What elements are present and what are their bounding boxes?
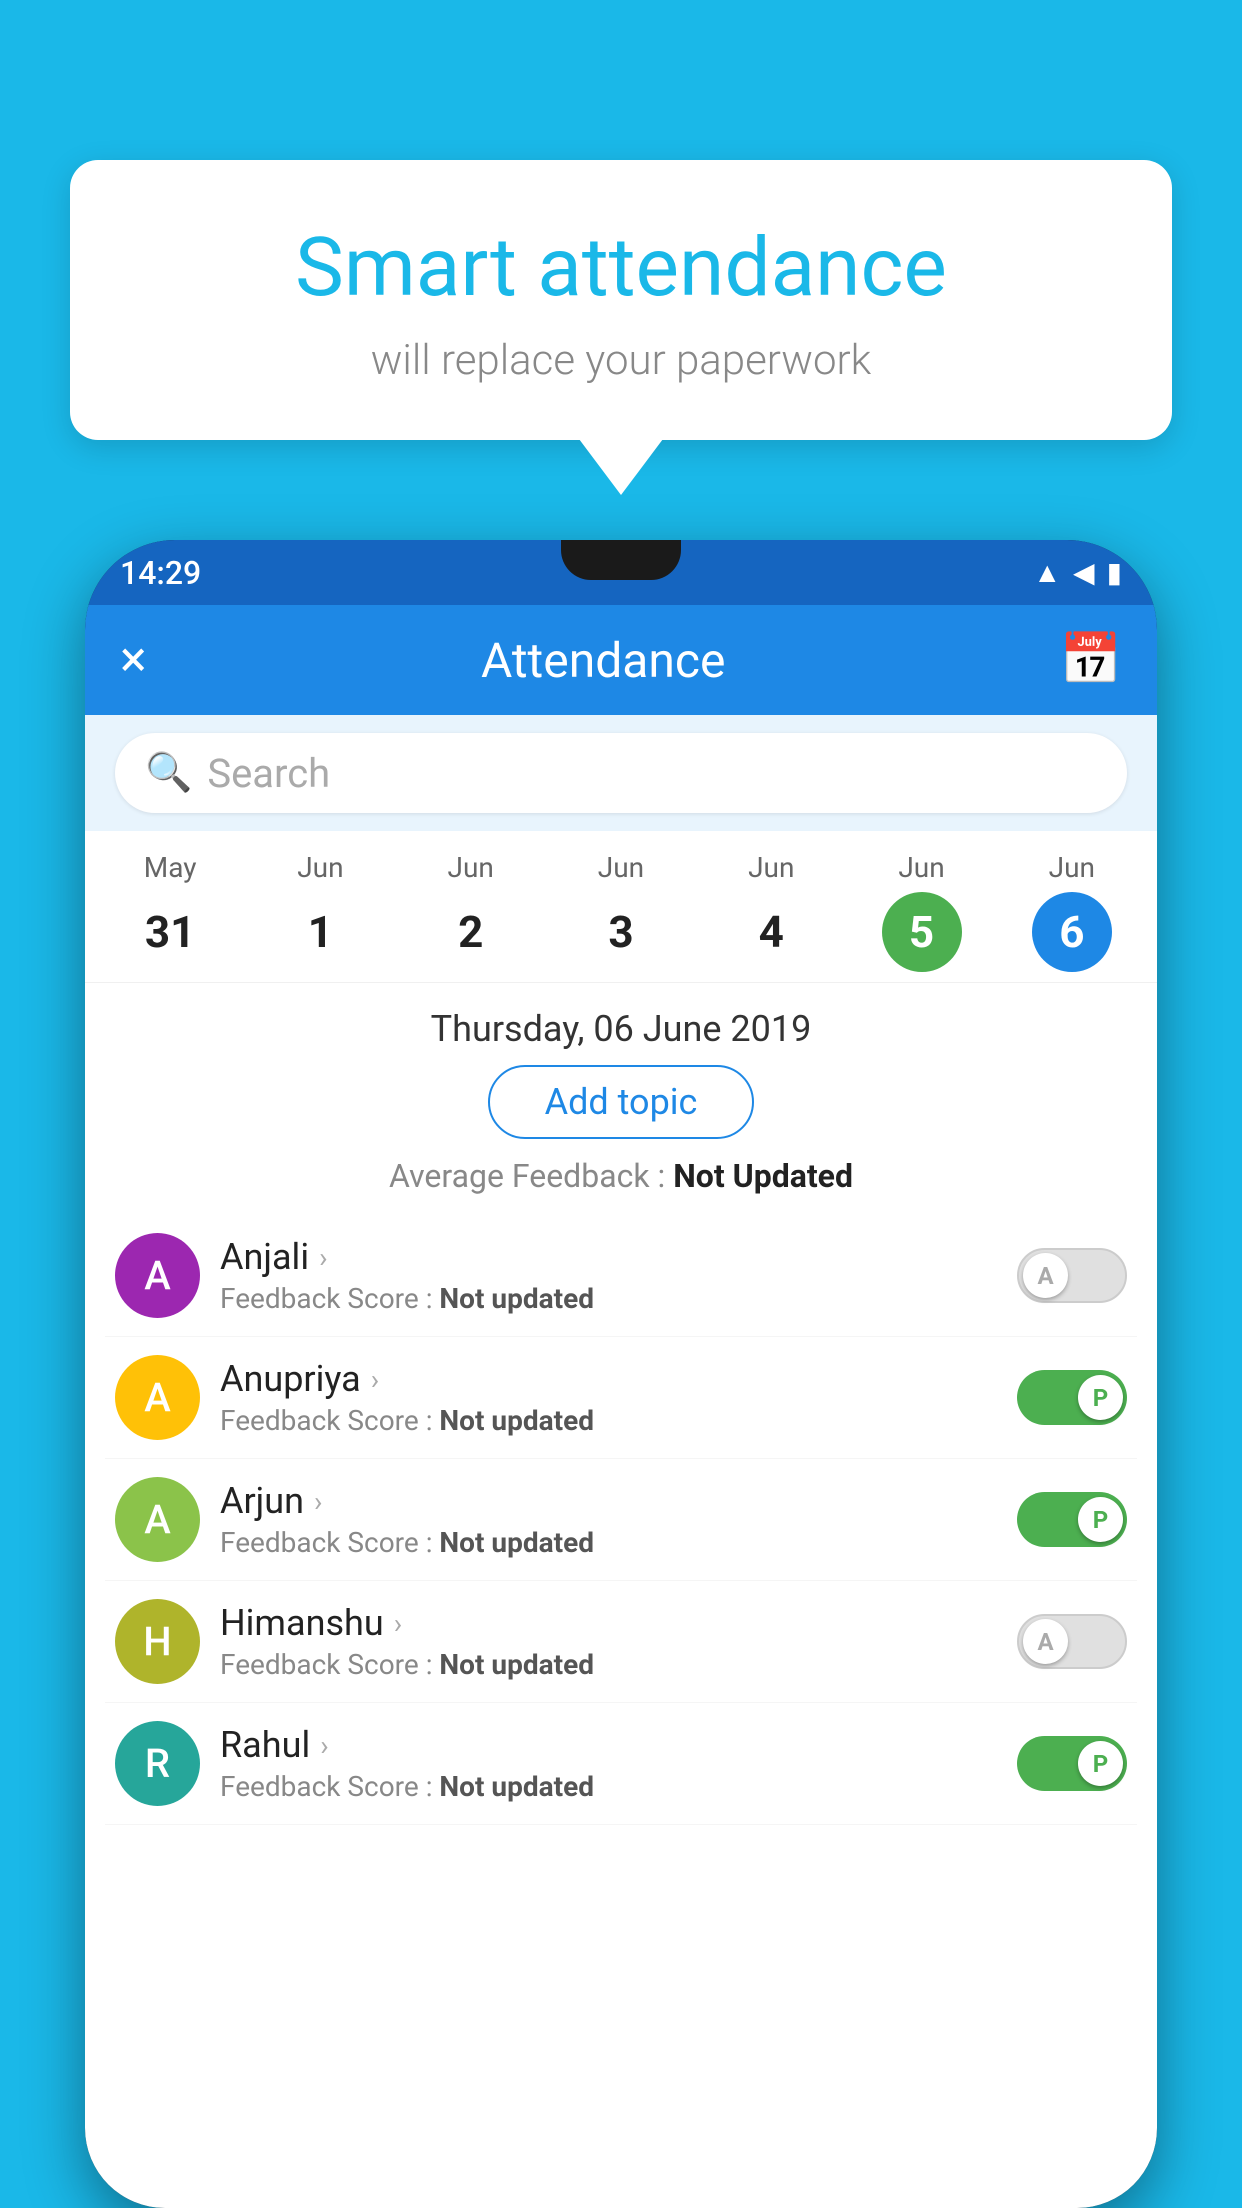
attendance-toggle[interactable]: P [1017, 1736, 1127, 1791]
attendance-toggle[interactable]: A [1017, 1614, 1127, 1669]
calendar-day[interactable]: Jun 3 [581, 851, 661, 972]
cal-date-number: 6 [1032, 892, 1112, 972]
notch [561, 540, 681, 580]
cal-month-label: Jun [448, 851, 494, 884]
avg-feedback-label: Average Feedback : [389, 1157, 673, 1195]
chevron-right-icon: › [320, 1729, 328, 1762]
student-feedback: Feedback Score : Not updated [220, 1770, 997, 1803]
calendar-day[interactable]: Jun 5 [882, 851, 962, 972]
toggle-thumb: A [1023, 1253, 1068, 1298]
toggle-thumb: P [1078, 1375, 1123, 1420]
chevron-right-icon: › [394, 1607, 402, 1640]
student-list-item[interactable]: R Rahul › Feedback Score : Not updated P [105, 1703, 1137, 1825]
wifi-icon: ▲ [1033, 556, 1061, 589]
calendar-strip: May 31 Jun 1 Jun 2 Jun 3 Jun 4 Jun 5 Jun 6 [85, 831, 1157, 983]
avg-feedback-value: Not Updated [673, 1157, 853, 1195]
student-feedback: Feedback Score : Not updated [220, 1526, 997, 1559]
add-topic-button[interactable]: Add topic [488, 1065, 755, 1139]
student-list-item[interactable]: A Anjali › Feedback Score : Not updated A [105, 1215, 1137, 1337]
cal-date-number: 3 [581, 892, 661, 972]
student-feedback: Feedback Score : Not updated [220, 1404, 997, 1437]
avatar: A [115, 1477, 200, 1562]
student-info: Anjali › Feedback Score : Not updated [220, 1236, 997, 1315]
chevron-right-icon: › [371, 1363, 379, 1396]
student-name: Himanshu › [220, 1602, 997, 1644]
cal-month-label: Jun [898, 851, 944, 884]
student-name: Anupriya › [220, 1358, 997, 1400]
avatar: H [115, 1599, 200, 1684]
add-topic-section: Add topic [85, 1065, 1157, 1157]
calendar-day[interactable]: Jun 6 [1032, 851, 1112, 972]
bubble-title: Smart attendance [150, 220, 1092, 316]
chevron-right-icon: › [319, 1241, 327, 1274]
student-feedback: Feedback Score : Not updated [220, 1282, 997, 1315]
speech-bubble-container: Smart attendance will replace your paper… [70, 160, 1172, 440]
student-info: Anupriya › Feedback Score : Not updated [220, 1358, 997, 1437]
attendance-toggle[interactable]: A [1017, 1248, 1127, 1303]
toggle-thumb: A [1023, 1619, 1068, 1664]
status-time: 14:29 [120, 554, 201, 592]
cal-month-label: May [144, 851, 197, 884]
cal-date-number: 2 [431, 892, 511, 972]
selected-date-label: Thursday, 06 June 2019 [85, 983, 1157, 1065]
avatar: A [115, 1355, 200, 1440]
calendar-icon[interactable]: 📅 [1060, 631, 1122, 689]
cal-month-label: Jun [297, 851, 343, 884]
search-bar-container: 🔍 Search [85, 715, 1157, 831]
close-button[interactable]: × [120, 631, 147, 689]
student-list-item[interactable]: A Arjun › Feedback Score : Not updated P [105, 1459, 1137, 1581]
search-placeholder: Search [207, 750, 330, 797]
student-info: Himanshu › Feedback Score : Not updated [220, 1602, 997, 1681]
screen-content: 🔍 Search May 31 Jun 1 Jun 2 Jun 3 Jun 4 Jun 5 Jun 6 T… [85, 715, 1157, 2208]
student-list: AAnjali ›Feedback Score : Not updatedAAA… [85, 1215, 1157, 1825]
bubble-subtitle: will replace your paperwork [150, 336, 1092, 385]
student-name: Arjun › [220, 1480, 997, 1522]
student-info: Arjun › Feedback Score : Not updated [220, 1480, 997, 1559]
toggle-thumb: P [1078, 1741, 1123, 1786]
cal-month-label: Jun [1049, 851, 1095, 884]
calendar-day[interactable]: Jun 1 [280, 851, 360, 972]
student-list-item[interactable]: H Himanshu › Feedback Score : Not updated A [105, 1581, 1137, 1703]
avatar: A [115, 1233, 200, 1318]
avatar: R [115, 1721, 200, 1806]
cal-date-number: 31 [130, 892, 210, 972]
speech-bubble: Smart attendance will replace your paper… [70, 160, 1172, 440]
status-bar: 14:29 ▲ ◀ ▮ [85, 540, 1157, 605]
signal-icon: ◀ [1073, 556, 1095, 589]
search-bar[interactable]: 🔍 Search [115, 733, 1127, 813]
calendar-day[interactable]: Jun 4 [731, 851, 811, 972]
chevron-right-icon: › [314, 1485, 322, 1518]
toggle-thumb: P [1078, 1497, 1123, 1542]
app-bar: × Attendance 📅 [85, 605, 1157, 715]
cal-month-label: Jun [598, 851, 644, 884]
attendance-toggle[interactable]: P [1017, 1370, 1127, 1425]
student-info: Rahul › Feedback Score : Not updated [220, 1724, 997, 1803]
calendar-day[interactable]: May 31 [130, 851, 210, 972]
cal-date-number: 4 [731, 892, 811, 972]
app-bar-title: Attendance [481, 632, 726, 689]
search-icon: 🔍 [145, 751, 192, 795]
phone-frame: 14:29 ▲ ◀ ▮ × Attendance 📅 🔍 Search [85, 540, 1157, 2208]
status-icons: ▲ ◀ ▮ [1033, 556, 1122, 589]
calendar-day[interactable]: Jun 2 [431, 851, 511, 972]
attendance-toggle[interactable]: P [1017, 1492, 1127, 1547]
battery-icon: ▮ [1107, 556, 1122, 589]
student-feedback: Feedback Score : Not updated [220, 1648, 997, 1681]
cal-date-number: 5 [882, 892, 962, 972]
student-name: Anjali › [220, 1236, 997, 1278]
student-list-item[interactable]: A Anupriya › Feedback Score : Not updated P [105, 1337, 1137, 1459]
cal-date-number: 1 [280, 892, 360, 972]
student-name: Rahul › [220, 1724, 997, 1766]
average-feedback: Average Feedback : Not Updated [85, 1157, 1157, 1215]
cal-month-label: Jun [748, 851, 794, 884]
